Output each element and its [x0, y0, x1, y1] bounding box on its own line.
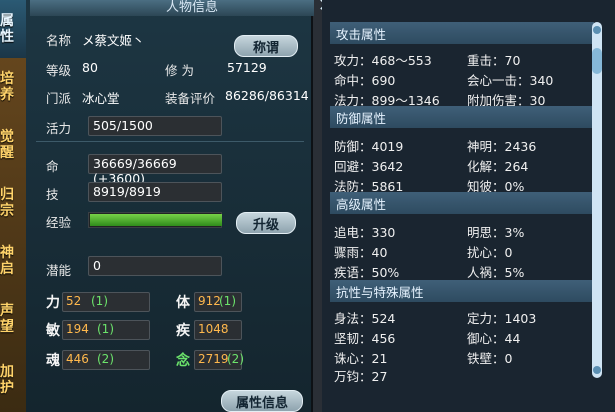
stat-power-value: 52 [66, 294, 82, 308]
stat-agility-value: 194 [66, 322, 89, 336]
vitality-label: 活力 [46, 121, 72, 136]
attr-sudden-rain: 骤雨：40 [334, 245, 388, 260]
section-advanced-header: 高级属性 [330, 192, 594, 214]
window-title-bar: 人物信息 ✕ [30, 0, 333, 16]
scrollbar[interactable] [592, 22, 602, 378]
tab-divine[interactable]: 神启 [0, 232, 26, 290]
name-value: メ蔡文姬丶 [82, 33, 145, 48]
tab-return[interactable]: 归宗 [0, 174, 26, 232]
section-defense-header: 防御属性 [330, 106, 594, 128]
stat-agility-label: 敏 [46, 323, 60, 339]
attr-heavy-hit: 重击：70 [467, 53, 521, 68]
tab-awaken[interactable]: 觉醒 [0, 116, 26, 174]
scroll-down-icon[interactable] [593, 366, 601, 374]
life-label: 命 [46, 159, 59, 174]
tab-label: 属性 [0, 13, 14, 45]
window-title: 人物信息 [166, 0, 219, 15]
skill-label: 技 [46, 187, 59, 202]
attr-evasion: 回避：3642 [334, 159, 404, 174]
attr-resolve: 化解：264 [467, 159, 529, 174]
scroll-thumb[interactable] [592, 48, 602, 74]
exp-bar-fill [90, 214, 222, 226]
name-label: 名称 [46, 33, 72, 48]
tab-label: 神启 [0, 245, 14, 277]
exp-label: 经验 [46, 215, 72, 230]
tab-label: 归宗 [0, 187, 14, 219]
divider [36, 141, 304, 142]
vitality-value: 505/1500 [93, 118, 153, 133]
attr-attack-power: 攻力：468～553 [334, 53, 432, 68]
stat-soul-box: 446 (2) [62, 350, 150, 370]
potential-box: 0 [88, 256, 222, 276]
stat-body-value: 912 [198, 294, 221, 308]
cultivation-value: 57129 [227, 60, 267, 75]
attr-mind-guard: 御心：44 [467, 331, 521, 346]
upgrade-button[interactable]: 升级 [236, 212, 296, 234]
stat-body-extra: (1) [219, 294, 236, 308]
attr-divine: 神明：2436 [467, 139, 537, 154]
attr-pierce-heart: 诛心：21 [334, 351, 388, 366]
stat-body-label: 体 [176, 295, 190, 311]
attr-hit: 命中：690 [334, 73, 396, 88]
stat-soul-value: 446 [66, 352, 89, 366]
attr-fast-speech: 疾语：50% [334, 265, 400, 280]
stat-mind-box: 2719 (2) [194, 350, 244, 370]
attr-clarity: 明思：3% [467, 225, 525, 240]
level-value: 80 [82, 60, 98, 75]
title-button[interactable]: 称谓 [234, 35, 298, 57]
faction-value: 冰心堂 [82, 91, 120, 106]
side-tabs: 属性 培养 觉醒 归宗 神启 声望 加护 [0, 0, 26, 412]
tab-cultivate[interactable]: 培养 [0, 58, 26, 116]
attr-ten-thousand: 万钧：27 [334, 369, 388, 384]
attr-chase-lightning: 追电：330 [334, 225, 396, 240]
attr-body-method: 身法：524 [334, 311, 396, 326]
attr-iron-wall: 铁壁：0 [467, 351, 513, 366]
stat-speed-value: 1048 [198, 322, 229, 336]
faction-label: 门派 [46, 91, 72, 106]
exp-bar [88, 212, 222, 228]
stat-power-label: 力 [46, 295, 60, 311]
tab-blessing[interactable]: 加护 [0, 348, 26, 412]
skill-box: 8919/8919 [88, 182, 222, 202]
stat-body-box: 912 (1) [194, 292, 242, 312]
stat-mind-label: 念 [176, 353, 190, 369]
stat-soul-label: 魂 [46, 353, 60, 369]
tab-attributes[interactable]: 属性 [0, 0, 26, 58]
level-label: 等级 [46, 63, 72, 78]
section-resistance-header: 抗性与特殊属性 [330, 280, 594, 302]
equip-rating-label: 装备评价 [165, 91, 216, 106]
attr-tenacity: 坚韧：456 [334, 331, 396, 346]
life-box: 36669/36669 (+3600) [88, 154, 222, 186]
attr-human-disaster: 人祸：5% [467, 265, 525, 280]
stat-mind-extra: (2) [227, 352, 244, 366]
attr-disturb-mind: 扰心：0 [467, 245, 513, 260]
vitality-box: 505/1500 [88, 116, 222, 136]
equip-rating-value: 86286/86314 [225, 88, 309, 103]
stat-speed-box: 1048 [194, 320, 242, 340]
section-attack-header: 攻击属性 [330, 22, 594, 44]
cultivation-label: 修 为 [165, 63, 194, 78]
tab-label: 加护 [0, 364, 14, 396]
stat-power-box: 52 (1) [62, 292, 150, 312]
potential-value: 0 [93, 258, 101, 273]
attr-defense: 防御：4019 [334, 139, 404, 154]
attr-critical: 会心一击：340 [467, 73, 554, 88]
skill-value: 8919/8919 [93, 184, 161, 199]
scroll-up-icon[interactable] [593, 26, 601, 34]
potential-label: 潜能 [46, 263, 72, 278]
tab-label: 培养 [0, 71, 14, 103]
stat-agility-extra: (1) [97, 322, 114, 336]
stat-power-extra: (1) [91, 294, 108, 308]
stat-agility-box: 194 (1) [62, 320, 150, 340]
attribute-info-button[interactable]: 属性信息 [221, 390, 303, 412]
attr-composure: 定力：1403 [467, 311, 537, 326]
tab-label: 声望 [0, 303, 14, 335]
stat-speed-label: 疾 [176, 323, 190, 339]
stat-soul-extra: (2) [97, 352, 114, 366]
stat-mind-value: 2719 [198, 352, 229, 366]
tab-label: 觉醒 [0, 129, 14, 161]
tab-reputation[interactable]: 声望 [0, 290, 26, 348]
